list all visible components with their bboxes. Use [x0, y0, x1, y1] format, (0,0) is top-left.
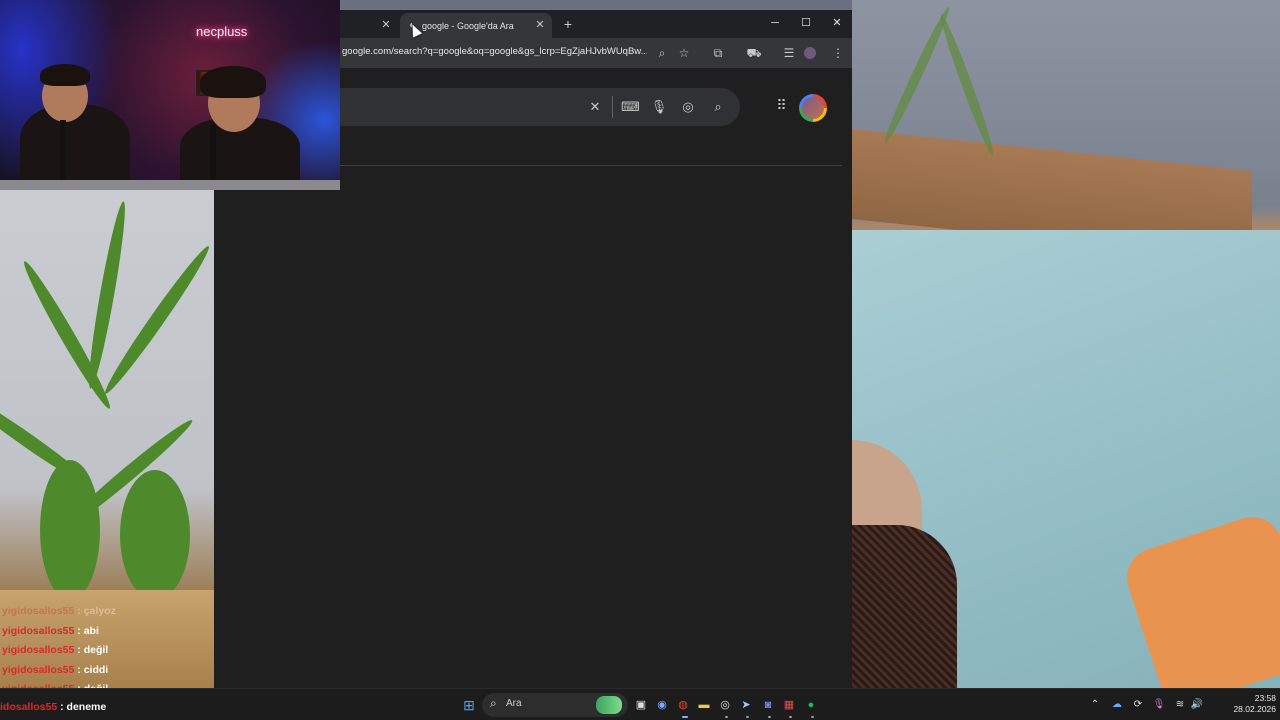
tab-title: google - Google'da Ara — [422, 20, 514, 31]
streamer-left-hair — [40, 64, 90, 86]
chat-text: çalyoz — [83, 605, 116, 617]
search-input[interactable]: ✕ ⌨ 🎙 ◎ ⌕ — [340, 88, 740, 126]
steam-icon[interactable]: ➤ — [737, 696, 755, 714]
search-label: Ara — [506, 698, 522, 709]
minimize-icon[interactable]: ─ — [764, 14, 786, 32]
chat-text: değil — [83, 644, 109, 656]
chat-separator: : — [74, 644, 84, 656]
page-content: ✕ ⌨ 🎙 ◎ ⌕ ⠿ — [340, 68, 852, 688]
start-icon[interactable]: ⊞ — [460, 696, 478, 714]
background-scene-right — [852, 0, 1280, 711]
running-indicator — [725, 716, 728, 718]
search-icon: ⌕ — [490, 696, 497, 710]
chat-overlay: yigidosallos55 : çalyoz yigidosallos55 :… — [2, 602, 222, 700]
close-tab-icon[interactable]: ✕ — [380, 19, 392, 31]
chat-username: idosallos55 — [0, 701, 58, 713]
search-highlight-icon — [596, 696, 622, 714]
chat-message: idosallos55 : deneme — [0, 701, 106, 713]
media-control-icon[interactable]: ☰ — [780, 44, 798, 62]
sync-icon[interactable]: ⟳ — [1131, 697, 1145, 713]
running-indicator — [811, 716, 814, 718]
chat-text: ciddi — [83, 663, 109, 676]
browser-toolbar: google.com/search?q=google&oq=google&gs_… — [340, 38, 852, 68]
clock-time: 23:58 — [1254, 693, 1276, 703]
desktop-stage: necpluss ✕ ◖ google - Google'da Ara ✕ + … — [0, 0, 1280, 720]
zoom-icon[interactable]: ⌕ — [653, 44, 671, 62]
chat-message: yigidosallos55 : abi — [2, 622, 222, 642]
file-explorer-icon[interactable]: ▬ — [695, 696, 713, 714]
chat-username: yigidosallos55 — [2, 644, 75, 656]
chat-text: deneme — [66, 701, 107, 713]
background-strip — [340, 0, 852, 10]
profile-icon[interactable] — [804, 47, 816, 59]
apps-grid-icon[interactable]: ⠿ — [772, 96, 790, 114]
tray-chevron-icon[interactable]: ⌃ — [1088, 697, 1102, 713]
plant-bush — [40, 460, 100, 600]
clock-date: 28.02.2026 — [1233, 704, 1276, 714]
new-tab-icon[interactable]: + — [560, 16, 576, 32]
active-indicator — [682, 716, 688, 718]
chat-separator: : — [57, 701, 67, 713]
taskbar: idosallos55 : deneme ⊞ ⌕ Ara ▣ ◉ ◍ ▬ ◎ ➤… — [0, 688, 1280, 720]
clock[interactable]: 23:58 28.02.2026 — [1208, 693, 1276, 715]
account-avatar[interactable] — [799, 94, 827, 122]
chat-username: yigidosallos55 — [2, 663, 75, 676]
app-icon[interactable]: ▦ — [780, 696, 798, 714]
keyboard-icon[interactable]: ⌨ — [621, 98, 640, 116]
chat-separator: : — [74, 663, 84, 676]
chat-separator: : — [74, 605, 84, 617]
incognito-icon[interactable]: ⛟ — [745, 44, 763, 62]
maximize-icon[interactable]: ☐ — [795, 14, 817, 32]
avatar-image — [802, 97, 824, 119]
browser-window: ✕ ◖ google - Google'da Ara ✕ + ─ ☐ ✕ goo… — [340, 10, 852, 688]
chat-message: yigidosallos55 : değil — [2, 641, 222, 661]
task-view-icon[interactable]: ▣ — [632, 696, 650, 714]
search-divider — [612, 96, 613, 118]
lens-icon[interactable]: ◎ — [679, 98, 697, 116]
address-bar[interactable]: google.com/search?q=google&oq=google&gs_… — [342, 46, 647, 57]
chat-message: yigidosallos55 : ciddi — [2, 661, 222, 681]
spotify-icon[interactable]: ● — [802, 696, 820, 714]
streamer-right-hair — [200, 66, 266, 98]
running-indicator — [746, 716, 749, 718]
running-indicator — [789, 716, 792, 718]
mic-icon[interactable]: 🎙 — [650, 98, 668, 116]
close-window-icon[interactable]: ✕ — [826, 14, 848, 32]
chat-text: abi — [83, 624, 99, 637]
webcam-overlay: necpluss — [0, 0, 340, 190]
clothing-decor — [852, 525, 957, 690]
cloud-icon[interactable]: ☁ — [1110, 697, 1124, 713]
extensions-icon[interactable]: ⧉ — [709, 44, 727, 62]
volume-icon[interactable]: 🔊 — [1190, 697, 1204, 713]
mic-stand — [60, 120, 66, 182]
close-tab-icon[interactable]: ✕ — [534, 19, 546, 31]
bookmark-star-icon[interactable]: ☆ — [675, 44, 693, 62]
discord-icon[interactable]: ◙ — [759, 696, 777, 714]
chat-username: yigidosallos55 — [2, 605, 75, 617]
clear-icon[interactable]: ✕ — [586, 98, 604, 116]
wifi-icon[interactable]: ≋ — [1173, 697, 1187, 713]
chat-username: yigidosallos55 — [2, 624, 75, 637]
tab-active-google[interactable]: ◖ google - Google'da Ara ✕ — [400, 13, 552, 38]
neon-sign: necpluss — [196, 24, 248, 39]
tab-inactive[interactable]: ✕ — [340, 13, 398, 38]
dark-panel — [214, 190, 340, 688]
leaf-decor — [936, 12, 998, 158]
mic-stand — [210, 125, 216, 185]
github-icon[interactable]: ◎ — [716, 696, 734, 714]
divider — [340, 165, 842, 166]
plant-bush — [120, 470, 190, 600]
chat-separator: : — [74, 624, 84, 637]
chrome-icon[interactable]: ◍ — [674, 696, 692, 714]
desk-decor — [0, 180, 340, 190]
mic-tray-icon[interactable]: 🎙 — [1152, 697, 1166, 713]
menu-icon[interactable]: ⋮ — [829, 44, 847, 62]
edge-icon[interactable]: ◉ — [653, 696, 671, 714]
chat-message: yigidosallos55 : çalyoz — [2, 602, 222, 622]
running-indicator — [768, 716, 771, 718]
taskbar-search[interactable]: ⌕ Ara — [482, 693, 628, 717]
search-icon[interactable]: ⌕ — [709, 98, 727, 116]
